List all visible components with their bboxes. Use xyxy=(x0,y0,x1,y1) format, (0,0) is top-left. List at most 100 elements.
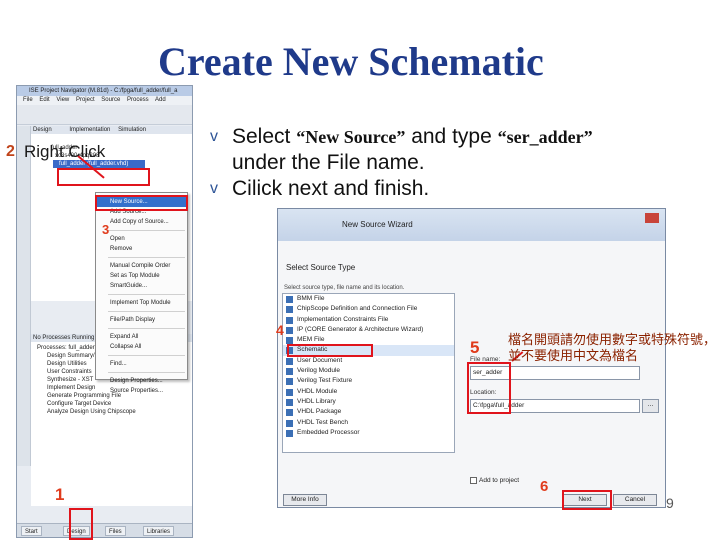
bullet-1-text-a: Select xyxy=(232,125,297,148)
menu-item-smartguide[interactable]: SmartGuide... xyxy=(96,281,187,291)
page-number: 9 xyxy=(666,495,674,511)
right-click-label: Right Click xyxy=(24,142,106,161)
bullet-1-text-c: and type xyxy=(405,125,498,148)
design-pane-title: Design Implementation Simulation xyxy=(31,126,192,134)
source-type-item[interactable]: Verilog Module xyxy=(283,366,454,376)
file-naming-note: 檔名開頭請勿使用數字或特殊符號，並不要使用中文為檔名 xyxy=(508,333,717,364)
close-icon[interactable] xyxy=(645,213,659,223)
ise-toolbar xyxy=(17,105,192,125)
source-type-item[interactable]: Implementation Constraints File xyxy=(283,315,454,325)
menu-item-implement-top-module[interactable]: Implement Top Module xyxy=(96,298,187,308)
menu-add[interactable]: Add xyxy=(155,97,166,103)
step-3-number: 3 xyxy=(102,222,110,237)
source-type-item[interactable]: IP (CORE Generator & Architecture Wizard… xyxy=(283,325,454,335)
file-icon xyxy=(286,398,293,406)
menu-item-add-copy-of-source[interactable]: Add Copy of Source... xyxy=(96,217,187,227)
bullet-mark-icon: v xyxy=(210,180,218,197)
instruction-bullets: v Select “New Source” and type “ser_adde… xyxy=(210,124,715,202)
bullet-1-text-e: under the File name. xyxy=(232,151,425,174)
ise-menubar: File Edit View Project Source Process Ad… xyxy=(17,96,192,105)
menu-separator xyxy=(108,355,185,356)
file-icon xyxy=(286,378,293,386)
source-type-list: BMM File ChipScope Definition and Connec… xyxy=(282,293,455,453)
process-item[interactable]: Configure Target Device xyxy=(31,400,192,408)
cancel-button[interactable]: Cancel xyxy=(613,494,657,506)
step-2-number: 2 xyxy=(6,143,15,160)
source-type-item[interactable]: VHDL Library xyxy=(283,397,454,407)
file-icon xyxy=(286,306,293,314)
menu-separator xyxy=(108,311,185,312)
ise-titlebar: ISE Project Navigator (M.81d) - C:/fpga/… xyxy=(17,86,192,96)
menu-separator xyxy=(108,328,185,329)
file-icon xyxy=(286,326,293,334)
source-type-item[interactable]: VHDL Module xyxy=(283,387,454,397)
step-1-number: 1 xyxy=(55,485,65,504)
file-icon xyxy=(286,316,293,324)
menu-item-design-properties[interactable]: Design Properties... xyxy=(96,376,187,386)
highlight-box-schematic xyxy=(287,344,373,357)
view-implementation[interactable]: Implementation xyxy=(69,127,110,133)
menu-item-expand-all[interactable]: Expand All xyxy=(96,332,187,342)
file-icon xyxy=(286,357,293,365)
menu-item-open[interactable]: Open xyxy=(96,234,187,244)
menu-item-file-path-display[interactable]: File/Path Display xyxy=(96,315,187,325)
highlight-box-next xyxy=(562,490,612,510)
context-menu: New Source... Add Source... Add Copy of … xyxy=(95,192,188,394)
source-type-item[interactable]: User Document xyxy=(283,356,454,366)
menu-item-manual-compile-order[interactable]: Manual Compile Order xyxy=(96,261,187,271)
file-icon xyxy=(286,388,293,396)
slide-title: Create New Schematic xyxy=(158,39,544,84)
menu-process[interactable]: Process xyxy=(127,97,149,103)
source-type-item[interactable]: VHDL Test Bench xyxy=(283,418,454,428)
view-simulation[interactable]: Simulation xyxy=(118,127,146,133)
tab-start[interactable]: Start xyxy=(21,526,42,536)
highlight-box-file-name xyxy=(467,362,511,414)
source-type-item[interactable]: VHDL Package xyxy=(283,407,454,417)
tab-files[interactable]: Files xyxy=(105,526,126,536)
ise-left-toolstrip xyxy=(17,126,31,466)
menu-edit[interactable]: Edit xyxy=(39,97,49,103)
source-type-item[interactable]: ChipScope Definition and Connection File xyxy=(283,304,454,314)
step-4-number: 4 xyxy=(276,322,284,338)
menu-separator xyxy=(108,372,185,373)
bullet-2-text: Cilick next and finish. xyxy=(232,177,430,200)
menu-item-collapse-all[interactable]: Collapse All xyxy=(96,342,187,352)
tab-libraries[interactable]: Libraries xyxy=(143,526,175,536)
menu-item-remove[interactable]: Remove xyxy=(96,244,187,254)
more-info-button[interactable]: More Info xyxy=(283,494,327,506)
wizard-header: Select Source Type xyxy=(286,263,356,272)
browse-button[interactable]: ... xyxy=(642,399,659,413)
menu-source[interactable]: Source xyxy=(101,97,120,103)
source-type-item[interactable]: Embedded Processor xyxy=(283,428,454,438)
menu-view[interactable]: View xyxy=(56,97,69,103)
menu-separator xyxy=(108,230,185,231)
menu-file[interactable]: File xyxy=(23,97,33,103)
menu-separator xyxy=(108,294,185,295)
bullet-mark-icon: v xyxy=(210,128,218,145)
file-icon xyxy=(286,429,293,437)
bullet-2: v Cilick next and finish. xyxy=(210,176,715,202)
menu-item-set-as-top-module[interactable]: Set as Top Module xyxy=(96,271,187,281)
process-item[interactable]: Analyze Design Using Chipscope xyxy=(31,408,192,416)
checkbox-icon xyxy=(470,477,477,484)
menu-project[interactable]: Project xyxy=(76,97,95,103)
file-icon xyxy=(286,409,293,417)
file-icon xyxy=(286,368,293,376)
menu-item-source-properties[interactable]: Source Properties... xyxy=(96,386,187,396)
wizard-titlebar: New Source Wizard xyxy=(278,209,665,241)
bullet-1-ser-adder: “ser_adder” xyxy=(497,127,593,147)
ise-bottom-tabs: Start Design Files Libraries xyxy=(17,523,192,537)
highlight-box-new-source xyxy=(95,195,188,211)
wizard-subhead: Select source type, file name and its lo… xyxy=(284,285,405,291)
bullet-1: v Select “New Source” and type “ser_adde… xyxy=(210,124,715,176)
menu-item-find[interactable]: Find... xyxy=(96,359,187,369)
source-type-item[interactable]: Verilog Test Fixture xyxy=(283,376,454,386)
file-icon xyxy=(286,296,293,303)
file-icon xyxy=(286,419,293,427)
bullet-1-new-source: “New Source” xyxy=(296,127,406,147)
step-5-number: 5 xyxy=(470,338,480,357)
add-to-project-checkbox[interactable]: Add to project xyxy=(470,477,519,484)
source-type-item[interactable]: BMM File xyxy=(283,294,454,304)
menu-separator xyxy=(108,257,185,258)
step-6-number: 6 xyxy=(540,478,549,495)
